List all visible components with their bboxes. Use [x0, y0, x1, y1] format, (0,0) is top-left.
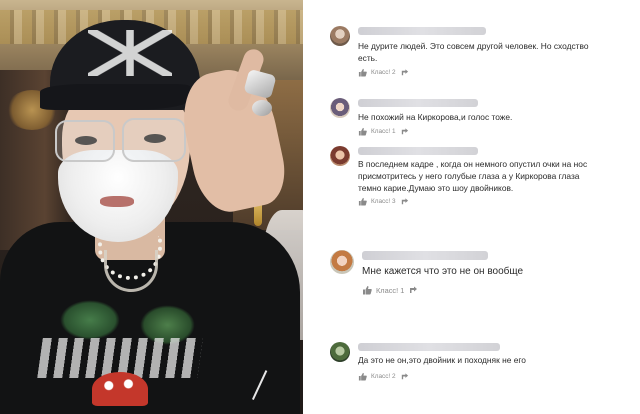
- comment-text: Мне кажется что это не он вообще: [362, 266, 524, 277]
- like-row: Класс! 3: [358, 197, 409, 206]
- thumbs-up-icon[interactable]: [358, 127, 367, 136]
- comment-text: Да это не он,это двойник и походняк не е…: [358, 355, 526, 365]
- comment-item: Мне кажется что это не он вообще Класс! …: [330, 250, 636, 300]
- reshare-icon[interactable]: [400, 127, 409, 136]
- reshare-icon[interactable]: [400, 197, 409, 206]
- author-name-blurred[interactable]: [358, 27, 486, 35]
- reshare-icon[interactable]: [408, 285, 418, 295]
- like-row: Класс! 2: [358, 372, 409, 381]
- like-row: Класс! 1: [358, 127, 409, 136]
- thumbs-up-icon[interactable]: [358, 372, 367, 381]
- author-name-blurred[interactable]: [358, 343, 500, 351]
- like-row: Класс! 1: [362, 285, 418, 295]
- video-still-photo: [0, 0, 303, 414]
- comment-text: В последнем кадре , когда он немного опу…: [358, 159, 588, 193]
- shirt-print-mushroom: [92, 372, 148, 406]
- like-count-label[interactable]: Класс! 3: [371, 198, 396, 205]
- ring: [252, 100, 272, 116]
- thumbs-up-icon[interactable]: [362, 285, 372, 295]
- comment-text: Не дурите людей. Это совсем другой челов…: [358, 41, 589, 63]
- user-avatar-icon[interactable]: [330, 26, 350, 46]
- user-avatar-icon[interactable]: [330, 342, 350, 362]
- glasses-left-lens: [55, 120, 115, 162]
- author-name-blurred[interactable]: [362, 251, 488, 260]
- user-avatar-icon[interactable]: [330, 146, 350, 166]
- user-avatar-icon[interactable]: [330, 250, 354, 274]
- shirt-print-leaf: [60, 300, 120, 340]
- like-count-label[interactable]: Класс! 2: [371, 69, 396, 76]
- author-name-blurred[interactable]: [358, 147, 478, 155]
- reshare-icon[interactable]: [400, 68, 409, 77]
- thumbs-up-icon[interactable]: [358, 68, 367, 77]
- user-avatar-icon[interactable]: [330, 98, 350, 118]
- thumbs-up-icon[interactable]: [358, 197, 367, 206]
- like-count-label[interactable]: Класс! 2: [371, 373, 396, 380]
- glasses-right-lens: [122, 118, 186, 162]
- like-count-label[interactable]: Класс! 1: [371, 128, 396, 135]
- comment-item: Не дурите людей. Это совсем другой челов…: [330, 26, 636, 84]
- comments-panel: Не дурите людей. Это совсем другой челов…: [318, 0, 640, 414]
- comment-item: Да это не он,это двойник и походняк не е…: [330, 342, 636, 386]
- like-row: Класс! 2: [358, 68, 409, 77]
- comment-text: Не похожий на Киркорова,и голос тоже.: [358, 112, 513, 122]
- comment-item: В последнем кадре , когда он немного опу…: [330, 146, 636, 210]
- author-name-blurred[interactable]: [358, 99, 478, 107]
- mouth: [100, 196, 134, 207]
- reshare-icon[interactable]: [400, 372, 409, 381]
- like-count-label[interactable]: Класс! 1: [376, 286, 404, 295]
- cap-logo: [88, 30, 172, 76]
- cap-brim: [40, 84, 190, 110]
- comment-item: Не похожий на Киркорова,и голос тоже. Кл…: [330, 98, 636, 140]
